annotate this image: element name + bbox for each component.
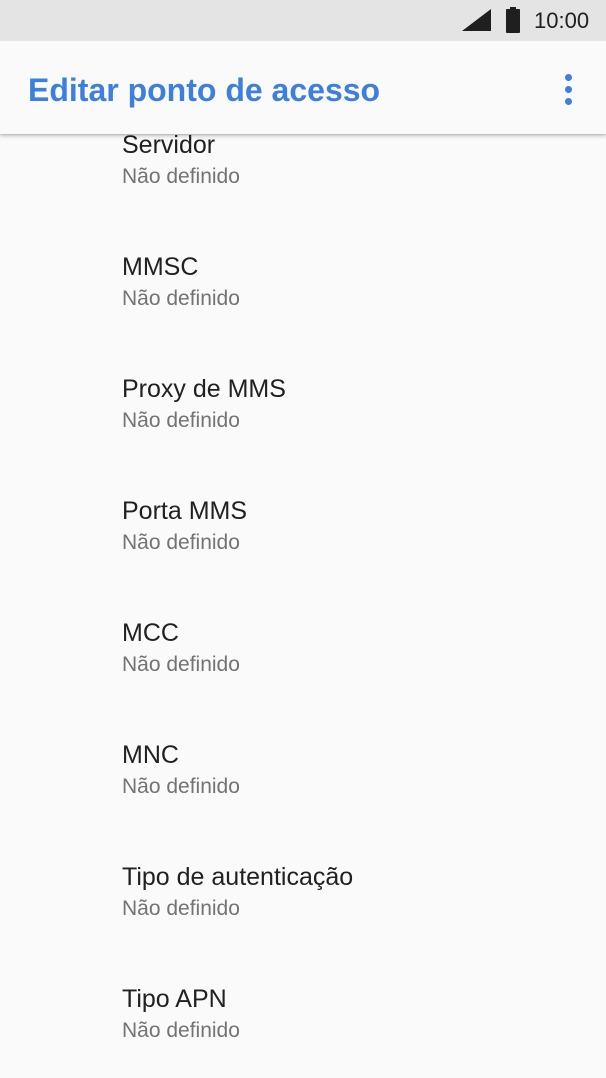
apn-settings-list: Servidor Não definido MMSC Não definido … (0, 0, 606, 1078)
pref-summary: Não definido (122, 1019, 240, 1042)
app-bar: Editar ponto de acesso (0, 41, 606, 134)
page-title: Editar ponto de acesso (28, 72, 381, 108)
more-options-button[interactable] (544, 61, 594, 117)
pref-item-tipo-apn[interactable]: Tipo APN Não definido (0, 983, 606, 1078)
screen: 10:00 Editar ponto de acesso Servidor Nã… (0, 0, 606, 1078)
pref-title: Porta MMS (122, 497, 248, 525)
pref-title: Tipo APN (122, 985, 227, 1013)
pref-item-porta-mms[interactable]: Porta MMS Não definido (0, 495, 606, 617)
pref-title: Tipo de autenticação (122, 863, 354, 891)
pref-item-tipo-autenticacao[interactable]: Tipo de autenticação Não definido (0, 861, 606, 983)
pref-summary: Não definido (122, 897, 240, 920)
pref-item-proxy-mms[interactable]: Proxy de MMS Não definido (0, 373, 606, 495)
pref-title: MMSC (122, 253, 199, 281)
more-vert-icon (565, 74, 572, 81)
status-clock: 10:00 (534, 8, 590, 33)
pref-title: MNC (122, 741, 179, 769)
pref-summary: Não definido (122, 653, 240, 676)
pref-summary: Não definido (122, 775, 240, 798)
pref-summary: Não definido (122, 409, 240, 432)
pref-summary: Não definido (122, 165, 240, 188)
more-vert-icon-dot-3 (565, 98, 572, 105)
pref-item-mmsc[interactable]: MMSC Não definido (0, 251, 606, 373)
pref-title: MCC (122, 619, 179, 647)
battery-icon (506, 7, 520, 33)
pref-item-mnc[interactable]: MNC Não definido (0, 739, 606, 861)
more-vert-icon-dot-2 (565, 86, 572, 93)
pref-summary: Não definido (122, 287, 240, 310)
signal-icon (462, 9, 491, 31)
pref-title: Proxy de MMS (122, 375, 286, 403)
pref-item-mcc[interactable]: MCC Não definido (0, 617, 606, 739)
pref-item-servidor[interactable]: Servidor Não definido (0, 129, 606, 251)
status-bar: 10:00 (0, 0, 606, 41)
pref-summary: Não definido (122, 531, 240, 554)
